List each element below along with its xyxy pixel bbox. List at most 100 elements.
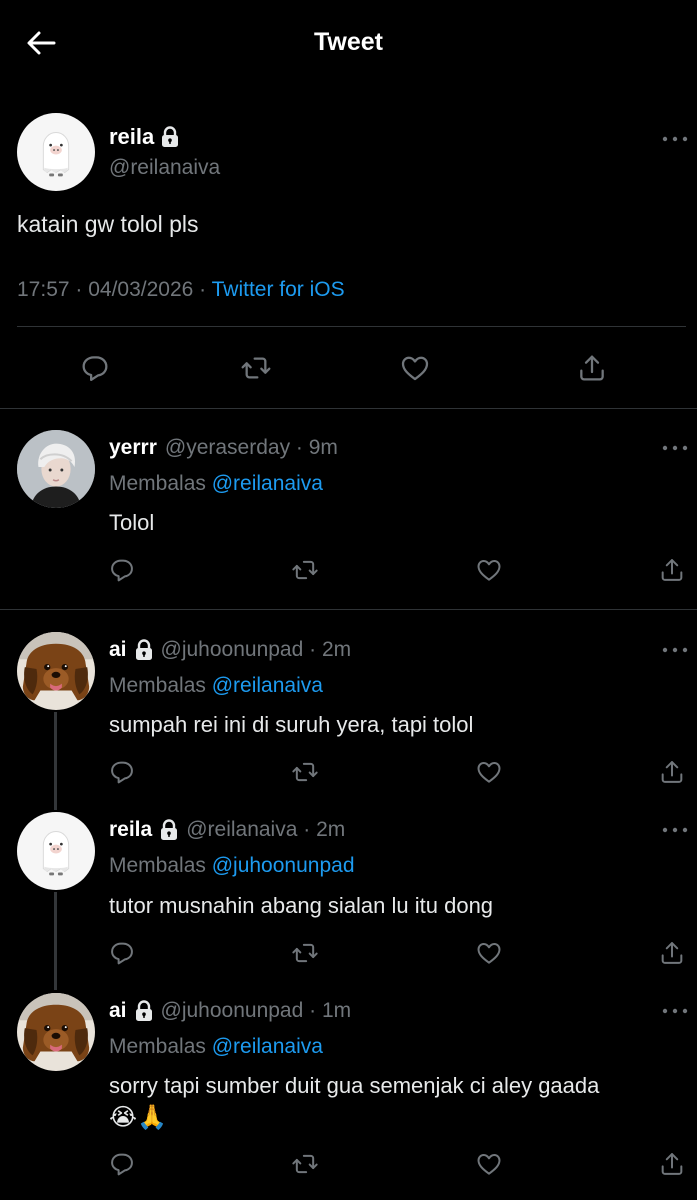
share-button[interactable] bbox=[658, 1150, 686, 1178]
avatar[interactable] bbox=[17, 113, 95, 191]
like-button[interactable] bbox=[475, 939, 503, 967]
like-button[interactable] bbox=[475, 1150, 503, 1178]
display-name[interactable]: yerrr bbox=[109, 436, 157, 460]
replying-to: Membalas @reilanaiva bbox=[109, 674, 323, 698]
replying-to: Membalas @reilanaiva bbox=[109, 472, 323, 496]
reply-header: ai @juhoonunpad · 1m bbox=[109, 999, 351, 1023]
retweet-button[interactable] bbox=[291, 758, 319, 786]
display-name: reila bbox=[109, 124, 155, 149]
avatar[interactable] bbox=[17, 812, 95, 890]
replying-prefix: Membalas bbox=[109, 854, 206, 877]
retweet-button[interactable] bbox=[291, 939, 319, 967]
share-icon bbox=[658, 1150, 686, 1178]
reply-icon bbox=[108, 556, 136, 584]
avatar-image bbox=[17, 993, 95, 1071]
share-button[interactable] bbox=[658, 939, 686, 967]
handle-time[interactable]: @reilanaiva · 2m bbox=[186, 818, 345, 842]
divider bbox=[17, 326, 686, 327]
reply-button[interactable] bbox=[108, 758, 136, 786]
heart-icon bbox=[475, 1150, 503, 1178]
mention-link[interactable]: @reilanaiva bbox=[212, 472, 323, 495]
replying-prefix: Membalas bbox=[109, 1035, 206, 1058]
more-icon bbox=[662, 135, 688, 143]
reply-text-body: sorry tapi sumber duit gua semenjak ci a… bbox=[109, 1073, 600, 1098]
more-options-button[interactable] bbox=[662, 646, 688, 654]
more-options-button[interactable] bbox=[662, 826, 688, 834]
retweet-button[interactable] bbox=[240, 352, 272, 384]
handle-time[interactable]: @juhoonunpad · 1m bbox=[161, 999, 352, 1023]
divider bbox=[0, 609, 697, 610]
more-icon bbox=[662, 646, 688, 654]
avatar[interactable] bbox=[17, 430, 95, 508]
author-handle[interactable]: @reilanaiva bbox=[109, 156, 220, 180]
reply-button[interactable] bbox=[108, 1150, 136, 1178]
share-icon bbox=[658, 556, 686, 584]
reply-header: ai @juhoonunpad · 2m bbox=[109, 638, 351, 662]
display-name[interactable]: ai bbox=[109, 638, 127, 662]
author-name[interactable]: reila bbox=[109, 124, 179, 150]
display-name[interactable]: reila bbox=[109, 818, 152, 842]
reply-button[interactable] bbox=[108, 556, 136, 584]
share-icon bbox=[658, 758, 686, 786]
reply-header: yerrr @yeraserday · 9m bbox=[109, 436, 338, 460]
lock-icon bbox=[161, 126, 179, 148]
lock-icon bbox=[135, 1000, 153, 1022]
avatar-image bbox=[17, 430, 95, 508]
tweet-timestamp[interactable]: 17:57 · 04/03/2026 · bbox=[17, 278, 212, 301]
retweet-icon bbox=[291, 939, 319, 967]
heart-icon bbox=[475, 939, 503, 967]
retweet-icon bbox=[291, 556, 319, 584]
share-icon bbox=[576, 352, 608, 384]
avatar-image bbox=[17, 113, 95, 191]
share-button[interactable] bbox=[576, 352, 608, 384]
more-icon bbox=[662, 826, 688, 834]
retweet-button[interactable] bbox=[291, 556, 319, 584]
page-title: Tweet bbox=[314, 28, 383, 56]
heart-icon bbox=[475, 758, 503, 786]
more-options-button[interactable] bbox=[662, 1007, 688, 1015]
more-options-button[interactable] bbox=[662, 444, 688, 452]
mention-link[interactable]: @juhoonunpad bbox=[212, 854, 355, 877]
share-button[interactable] bbox=[658, 556, 686, 584]
avatar[interactable] bbox=[17, 632, 95, 710]
like-button[interactable] bbox=[475, 758, 503, 786]
reply-icon bbox=[108, 1150, 136, 1178]
reply-button[interactable] bbox=[108, 939, 136, 967]
heart-icon bbox=[475, 556, 503, 584]
reply-text: sumpah rei ini di suruh yera, tapi tolol bbox=[109, 712, 474, 737]
retweet-icon bbox=[291, 1150, 319, 1178]
retweet-icon bbox=[291, 758, 319, 786]
replying-prefix: Membalas bbox=[109, 472, 206, 495]
replying-to: Membalas @juhoonunpad bbox=[109, 854, 355, 878]
display-name[interactable]: ai bbox=[109, 999, 127, 1023]
thread-connector bbox=[54, 892, 57, 990]
heart-icon bbox=[399, 352, 431, 384]
like-button[interactable] bbox=[399, 352, 431, 384]
handle-time[interactable]: @juhoonunpad · 2m bbox=[161, 638, 352, 662]
reply-button[interactable] bbox=[79, 352, 111, 384]
like-button[interactable] bbox=[475, 556, 503, 584]
lock-icon bbox=[135, 639, 153, 661]
avatar-image bbox=[17, 632, 95, 710]
reply-icon bbox=[79, 352, 111, 384]
tweet-source-link[interactable]: Twitter for iOS bbox=[212, 278, 345, 301]
thread-connector bbox=[54, 712, 57, 810]
mention-link[interactable]: @reilanaiva bbox=[212, 1035, 323, 1058]
mention-link[interactable]: @reilanaiva bbox=[212, 674, 323, 697]
replying-prefix: Membalas bbox=[109, 674, 206, 697]
avatar[interactable] bbox=[17, 993, 95, 1071]
emoji: 😭🙏 bbox=[109, 1104, 167, 1131]
retweet-button[interactable] bbox=[291, 1150, 319, 1178]
reply-icon bbox=[108, 758, 136, 786]
share-button[interactable] bbox=[658, 758, 686, 786]
more-icon bbox=[662, 444, 688, 452]
share-icon bbox=[658, 939, 686, 967]
retweet-icon bbox=[240, 352, 272, 384]
reply-icon bbox=[108, 939, 136, 967]
reply-text: tutor musnahin abang sialan lu itu dong bbox=[109, 893, 494, 918]
handle-time[interactable]: @yeraserday · 9m bbox=[165, 436, 338, 460]
more-options-button[interactable] bbox=[662, 135, 688, 143]
tweet-text: katain gw tolol pls bbox=[17, 211, 199, 237]
more-icon bbox=[662, 1007, 688, 1015]
tweet-meta: 17:57 · 04/03/2026 · Twitter for iOS bbox=[17, 278, 345, 302]
